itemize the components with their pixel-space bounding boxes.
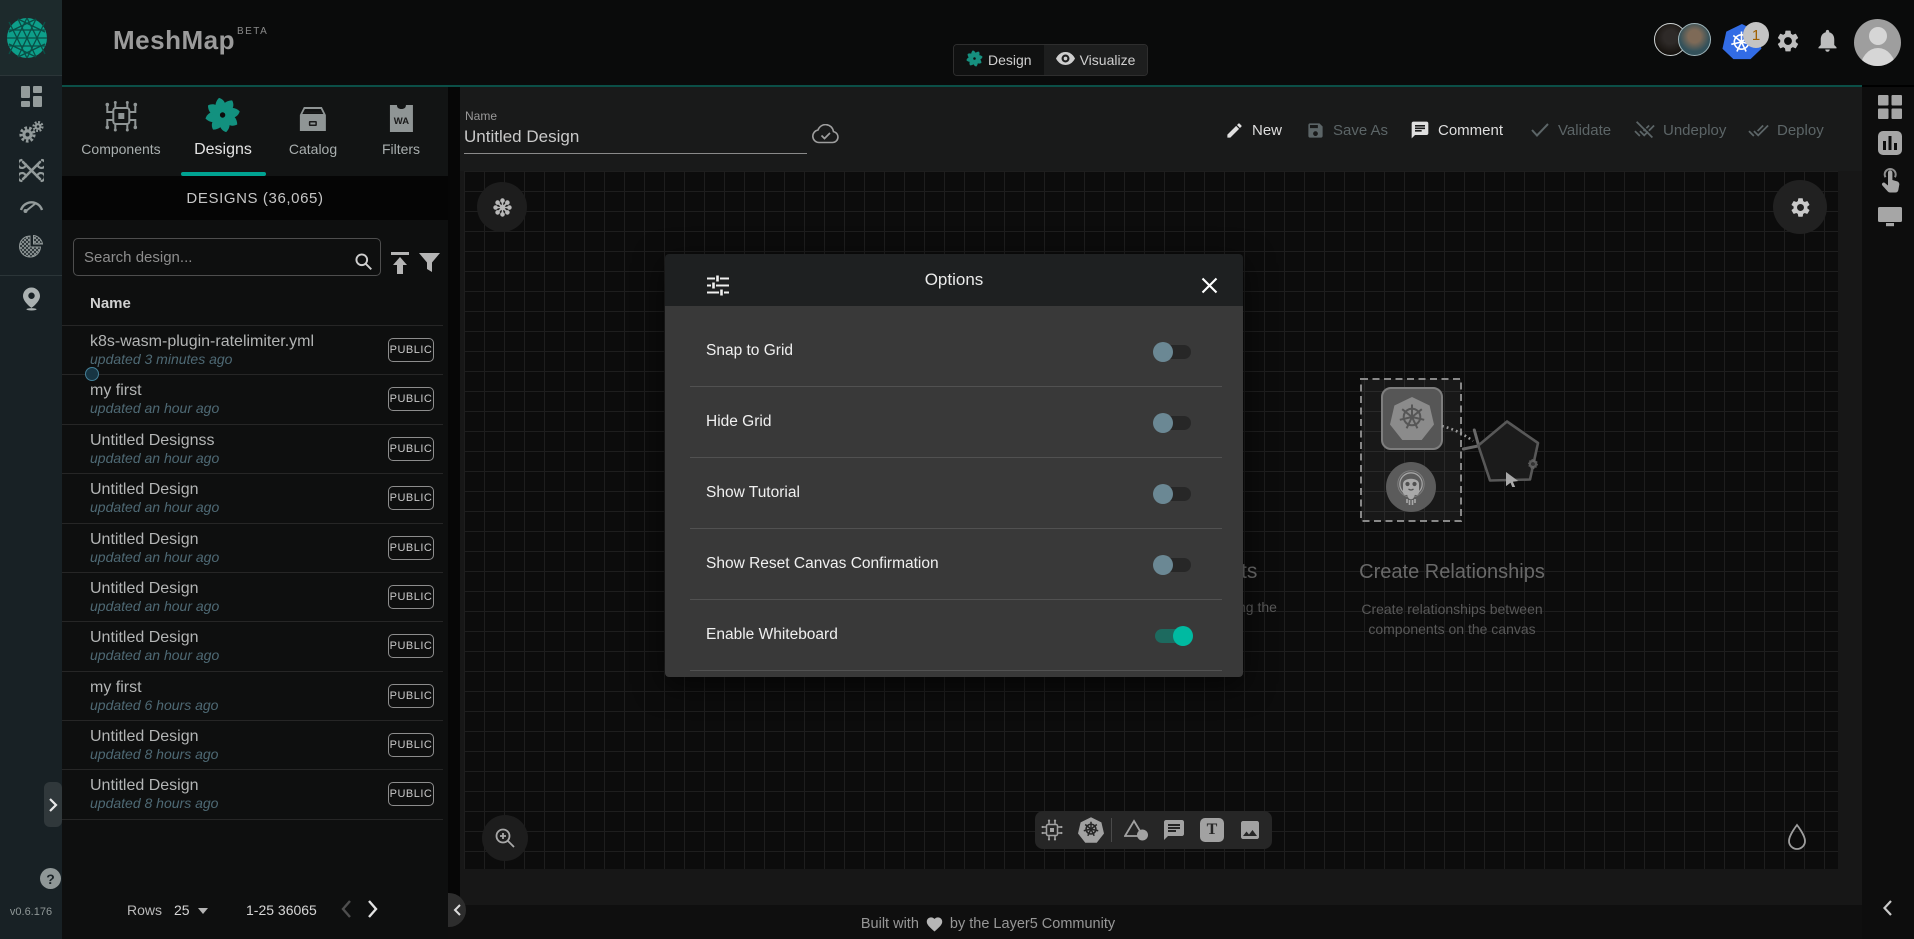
svg-text:WA: WA — [393, 116, 408, 127]
